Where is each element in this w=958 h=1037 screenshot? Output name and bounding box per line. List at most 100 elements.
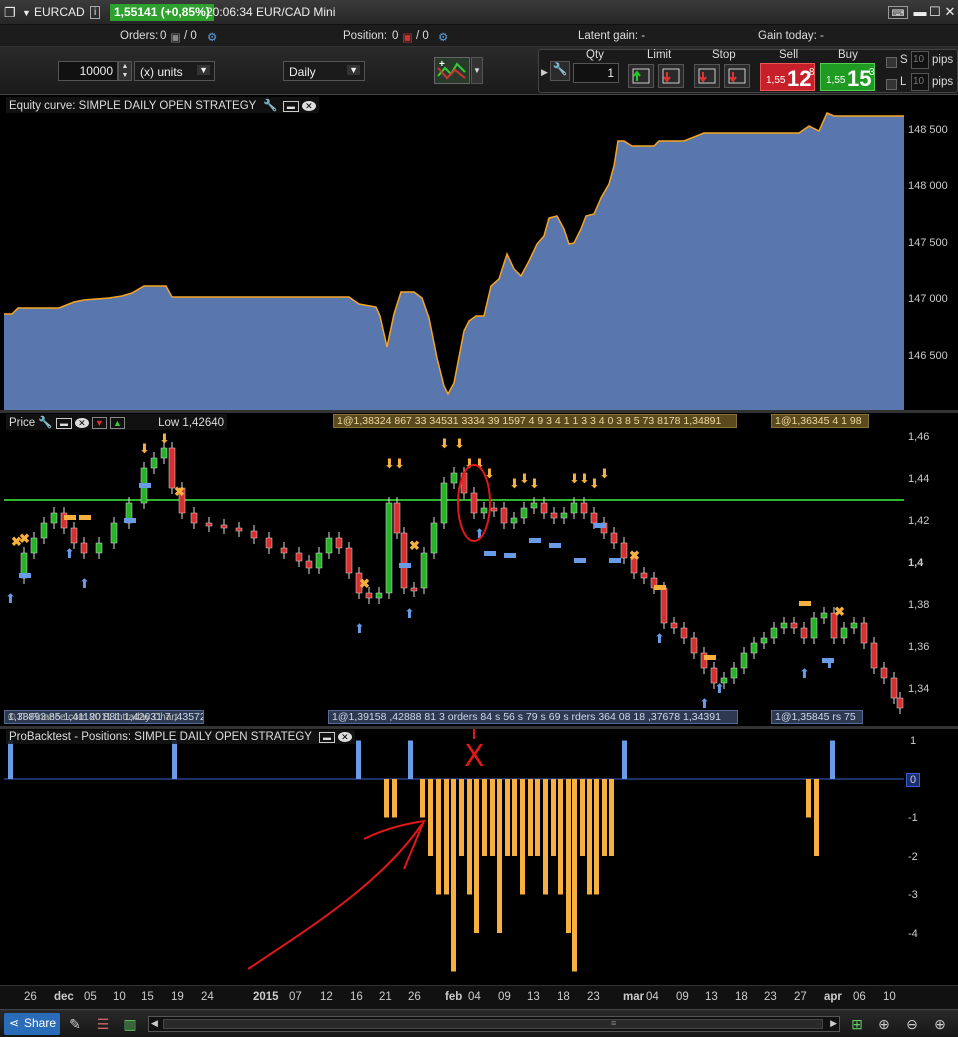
equity-area	[4, 113, 904, 410]
close-panel-icon[interactable]: ✕	[75, 418, 89, 428]
buy-arrow-icon: ⬆	[354, 621, 365, 636]
buy-limit-button[interactable]	[628, 64, 654, 88]
time-axis-label: 07	[289, 991, 302, 1003]
maximize-panel-icon[interactable]: ▬	[282, 101, 299, 112]
maximize-icon[interactable]: ☐	[927, 4, 943, 20]
scroll-right-icon[interactable]: ▶	[830, 1018, 837, 1029]
latent-gain: Latent gain: -	[578, 30, 646, 42]
l-checkbox[interactable]	[886, 79, 897, 90]
quantity-input[interactable]: 10000	[58, 61, 118, 81]
equity-curve-panel[interactable]: Equity curve: SIMPLE DAILY OPEN STRATEGY…	[4, 96, 904, 410]
sell-arrow-icon[interactable]: ▼	[91, 417, 107, 429]
wrench-icon[interactable]: 🔧	[263, 100, 277, 112]
info-icon[interactable]: i	[90, 6, 101, 19]
position-total: / 0	[416, 30, 429, 42]
buy-arrow-icon[interactable]: ▲	[110, 417, 125, 429]
candle-body	[235, 527, 243, 532]
maximize-panel-icon[interactable]: ▬	[318, 732, 335, 743]
zoom-in-icon[interactable]: ⊕	[931, 1015, 949, 1033]
maximize-panel-icon[interactable]: ▬	[55, 418, 72, 429]
period-select[interactable]: Daily ▼	[283, 61, 365, 81]
sell-arrow-icon: ⬇	[454, 436, 465, 451]
qty-input[interactable]: 1	[573, 63, 619, 83]
orders-total: / 0	[184, 30, 197, 42]
orders-gear-icon[interactable]: ⚙	[207, 30, 217, 44]
bars-icon[interactable]: ▥	[121, 1015, 139, 1033]
buy-stop-button[interactable]	[694, 64, 720, 88]
price-axis-label: 1,44	[908, 473, 930, 485]
s-pips-input[interactable]: 10	[911, 51, 929, 69]
price-axis-label: 1,36	[908, 641, 930, 653]
candle-body	[95, 542, 103, 554]
price-panel[interactable]: ⬇ ⬇ ⬇ ⬇ ⬇ ⬇ ⬇ ⬇ ⬇ ⬇ ⬇ ⬇ ⬇ ⬇ ⬇ ⬇ ⬆ ⬆ ⬆ ⬆ ⬆ ⬆ ⬆ ⬆ ⬆ ⬆ ⬆ ✖ ✖ ✖ ✖ ✖ ✖ ✖ Price…	[4, 413, 904, 726]
position-gear-icon[interactable]: ⚙	[438, 30, 448, 44]
candle-body	[750, 642, 758, 654]
zoom-out-icon[interactable]: ⊖	[903, 1015, 921, 1033]
l-pips-input[interactable]: 10	[911, 73, 929, 91]
short-position-bar	[543, 779, 548, 895]
short-position-bar	[428, 779, 433, 856]
units-select[interactable]: (x) units ▼	[134, 61, 215, 81]
sell-stop-icon	[728, 68, 746, 84]
candle-body	[820, 612, 828, 619]
sell-limit-button[interactable]	[658, 64, 684, 88]
scroll-left-icon[interactable]: ◀	[151, 1018, 158, 1029]
positions-panel[interactable]: X ProBacktest - Positions: SIMPLE DAILY …	[4, 729, 904, 985]
wrench-icon[interactable]: 🔧	[550, 61, 570, 81]
order-level-mark	[484, 551, 496, 556]
close-panel-icon[interactable]: ✕	[302, 101, 316, 111]
horizontal-scrollbar[interactable]: ◀ ≡ ▶	[148, 1016, 840, 1032]
time-axis-label: 04	[468, 991, 481, 1003]
time-axis-label: feb	[445, 991, 463, 1003]
dropdown-arrow-icon[interactable]: ▼	[22, 8, 31, 18]
scrollbar-thumb[interactable]	[163, 1019, 823, 1029]
zoom-fit-icon[interactable]: ⊕	[875, 1015, 893, 1033]
short-position-bar	[814, 779, 819, 856]
sell-arrow-icon: ⬇	[394, 456, 405, 471]
share-icon: ⋖	[9, 1016, 20, 1030]
close-panel-icon[interactable]: ✕	[338, 732, 352, 742]
sell-button[interactable]: 1,55 12 8	[760, 63, 815, 91]
s-checkbox[interactable]	[886, 57, 897, 68]
keyboard-icon[interactable]: ⌨	[888, 6, 908, 19]
chart-tools-button[interactable]: +	[434, 57, 470, 84]
instrument-name[interactable]: EURCAD	[34, 5, 85, 19]
candle-body	[160, 447, 168, 459]
long-position-bar	[172, 740, 177, 779]
positions-title: ProBacktest - Positions: SIMPLE DAILY OP…	[6, 730, 355, 744]
indicator-add-icon[interactable]: ⊞	[848, 1015, 866, 1033]
orders-cancel-icon[interactable]: ▣	[170, 30, 181, 44]
sell-stop-button[interactable]	[724, 64, 750, 88]
candle-body	[205, 522, 213, 527]
buy-label: Buy	[838, 49, 858, 61]
expand-arrow-icon[interactable]: ▶	[541, 67, 548, 78]
positions-chart	[4, 729, 904, 972]
candle-body	[896, 697, 904, 709]
drawing-tool-icon[interactable]: ✎	[66, 1015, 84, 1033]
close-icon[interactable]: ✕	[942, 4, 958, 20]
back-icon[interactable]: ❐	[4, 5, 16, 21]
buy-button[interactable]: 1,55 15 3	[820, 63, 875, 91]
account-info-row: Orders: 0 ▣ / 0 ⚙ Position: 0 ▣ / 0 ⚙ La…	[0, 25, 958, 47]
candle-body	[770, 627, 778, 639]
annotation-arrowhead	[363, 819, 426, 870]
candle-body	[325, 537, 333, 554]
price-low-info: Low 1,42640	[158, 417, 225, 429]
candle-body	[40, 522, 48, 539]
candle-body	[305, 560, 313, 569]
bottom-bar: ⋖ Share ✎ ☰ ▥ ◀ ≡ ▶ ⊞ ⊕ ⊖ ⊕	[0, 1009, 958, 1037]
minimize-icon[interactable]: ▬	[912, 4, 928, 20]
quantity-stepper[interactable]: ▲ ▼	[118, 61, 132, 81]
positions-axis-label: -2	[908, 851, 918, 863]
list-icon[interactable]: ☰	[94, 1015, 112, 1033]
order-level-mark	[529, 538, 541, 543]
wrench-icon[interactable]: 🔧	[38, 417, 52, 429]
position-close-icon[interactable]: ▣	[402, 30, 413, 44]
order-level-mark	[399, 563, 411, 568]
chart-tools-dropdown[interactable]: ▼	[471, 57, 483, 84]
time-axis-label: 10	[113, 991, 126, 1003]
share-button[interactable]: ⋖ Share	[4, 1013, 60, 1035]
buy-arrow-icon: ⬆	[714, 681, 725, 696]
time-axis-label: 27	[794, 991, 807, 1003]
time-axis-label: 26	[408, 991, 421, 1003]
